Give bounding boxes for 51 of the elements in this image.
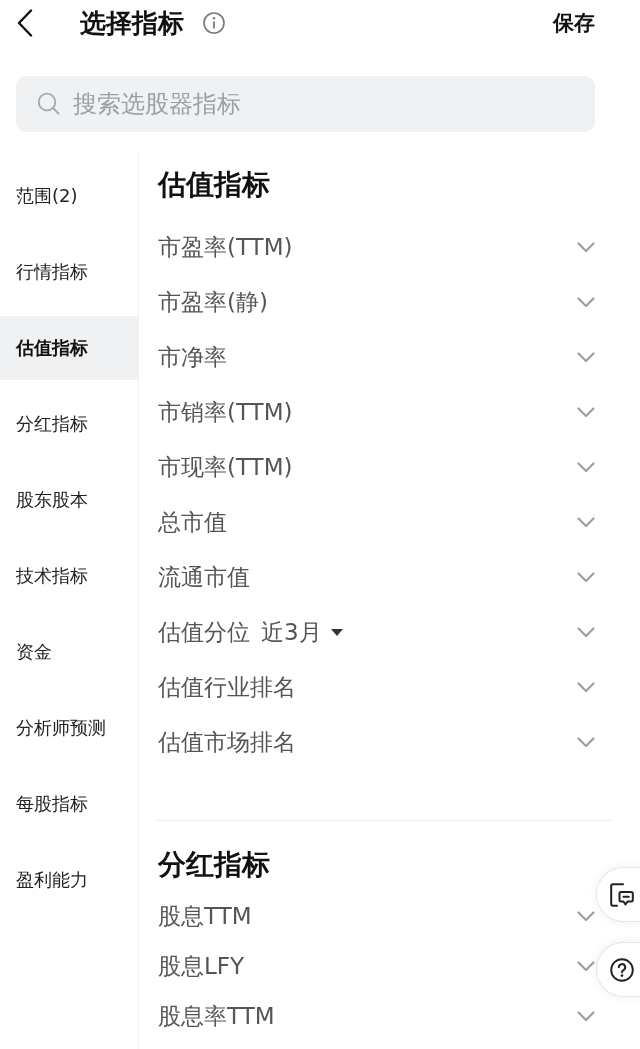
sidebar-item[interactable]: 每股指标 bbox=[0, 772, 138, 836]
sidebar-item[interactable]: 估值指标 bbox=[0, 316, 138, 380]
sidebar-item[interactable]: 行情指标 bbox=[0, 240, 138, 304]
sidebar-item[interactable]: 范围(2) bbox=[0, 164, 138, 228]
indicator-label[interactable]: 市盈率(静) bbox=[158, 287, 268, 318]
indicator-label[interactable]: 股息LFY bbox=[158, 950, 245, 982]
chevron-down-icon[interactable] bbox=[577, 407, 595, 418]
period-dropdown[interactable]: 近3月 bbox=[261, 617, 343, 648]
sidebar-item[interactable]: 资金 bbox=[0, 620, 138, 684]
sidebar-item[interactable]: 股东股本 bbox=[0, 468, 138, 532]
page-title: 选择指标 bbox=[80, 6, 184, 40]
indicator-label[interactable]: 股息率TTM bbox=[158, 1000, 275, 1032]
indicator-label[interactable]: 流通市值 bbox=[158, 562, 250, 593]
chevron-down-icon[interactable] bbox=[577, 352, 595, 363]
chevron-left-icon bbox=[17, 9, 33, 37]
chevron-down-icon[interactable] bbox=[577, 1010, 595, 1022]
caret-down-icon bbox=[330, 629, 343, 636]
chevron-down-icon[interactable] bbox=[577, 462, 595, 473]
save-button[interactable]: 保存 bbox=[553, 9, 595, 37]
sidebar-item[interactable]: 技术指标 bbox=[0, 544, 138, 608]
indicator-label[interactable]: 股息TTM bbox=[158, 900, 252, 932]
indicator-label[interactable]: 总市值 bbox=[158, 507, 227, 538]
help-button[interactable] bbox=[596, 942, 640, 997]
indicator-label[interactable]: 估值市场排名 bbox=[158, 727, 296, 758]
feedback-button[interactable] bbox=[596, 867, 640, 922]
indicator-label[interactable]: 市净率 bbox=[158, 342, 227, 373]
chevron-down-icon[interactable] bbox=[577, 242, 595, 253]
indicator-label[interactable]: 估值行业排名 bbox=[158, 672, 296, 703]
info-icon[interactable] bbox=[203, 12, 225, 34]
chevron-down-icon[interactable] bbox=[577, 960, 595, 972]
indicator-label[interactable]: 估值分位 bbox=[158, 617, 250, 648]
sidebar-item[interactable]: 分红指标 bbox=[0, 392, 138, 456]
chevron-down-icon[interactable] bbox=[577, 297, 595, 308]
chevron-down-icon[interactable] bbox=[577, 572, 595, 583]
document-chat-icon bbox=[610, 882, 634, 907]
search-icon bbox=[37, 92, 60, 115]
sidebar-item[interactable]: 盈利能力 bbox=[0, 848, 138, 912]
chevron-down-icon[interactable] bbox=[577, 627, 595, 638]
chevron-down-icon[interactable] bbox=[577, 682, 595, 693]
indicator-label[interactable]: 市现率(TTM) bbox=[158, 452, 293, 483]
back-button[interactable] bbox=[17, 9, 33, 37]
help-icon bbox=[610, 957, 634, 982]
section-heading: 分红指标 bbox=[158, 847, 270, 883]
section-heading: 估值指标 bbox=[158, 167, 270, 203]
chevron-down-icon[interactable] bbox=[577, 910, 595, 922]
indicator-label[interactable]: 市销率(TTM) bbox=[158, 397, 293, 428]
chevron-down-icon[interactable] bbox=[577, 517, 595, 528]
chevron-down-icon[interactable] bbox=[577, 737, 595, 748]
indicator-label[interactable]: 市盈率(TTM) bbox=[158, 232, 293, 263]
sidebar-item[interactable]: 分析师预测 bbox=[0, 696, 138, 760]
search-field[interactable]: 搜索选股器指标 bbox=[16, 76, 595, 132]
